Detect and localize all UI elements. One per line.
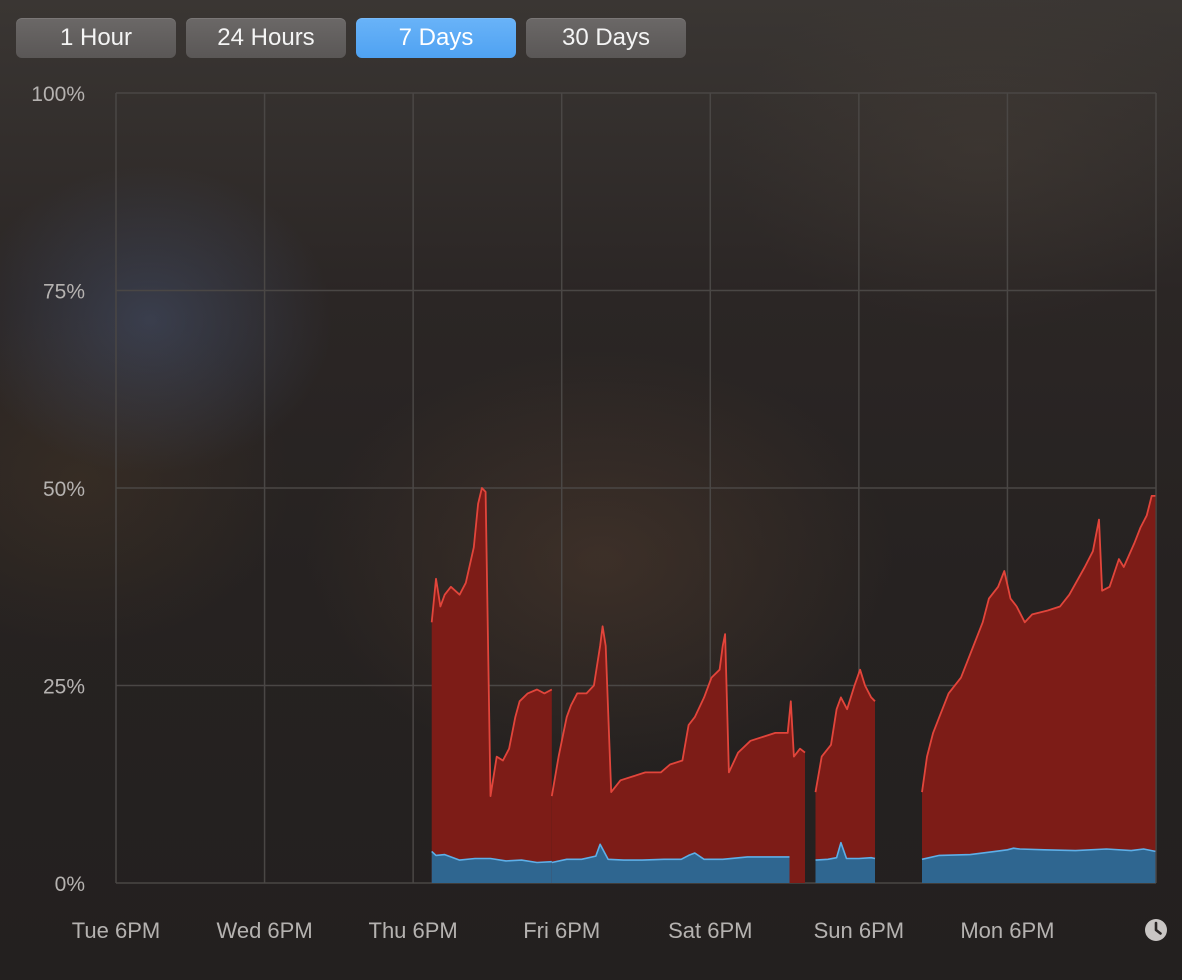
series-red-area <box>922 495 1156 883</box>
x-tick-label: Sat 6PM <box>668 918 752 943</box>
x-tick-label: Fri 6PM <box>523 918 600 943</box>
y-tick-label: 50% <box>43 478 85 501</box>
y-tick-label: 0% <box>55 873 85 896</box>
y-axis-labels: 100% 75% 50% 25% 0% <box>31 83 85 896</box>
clock-icon[interactable] <box>1144 918 1168 942</box>
usage-chart: 100% 75% 50% 25% 0% Tue 6PM Wed 6PM Thu 6PM Fri… <box>31 83 1157 943</box>
x-tick-label: Tue 6PM <box>72 918 160 943</box>
y-tick-label: 100% <box>31 83 85 106</box>
x-tick-label: Sun 6PM <box>814 918 905 943</box>
y-tick-label: 25% <box>43 676 85 699</box>
x-tick-label: Thu 6PM <box>369 918 458 943</box>
x-tick-label: Wed 6PM <box>216 918 312 943</box>
y-tick-label: 75% <box>43 281 85 304</box>
series-red-area <box>815 669 875 883</box>
series-red-area <box>551 626 805 883</box>
x-tick-label: Mon 6PM <box>960 918 1054 943</box>
x-axis-labels: Tue 6PM Wed 6PM Thu 6PM Fri 6PM Sat 6PM Sun 6… <box>72 918 1055 943</box>
